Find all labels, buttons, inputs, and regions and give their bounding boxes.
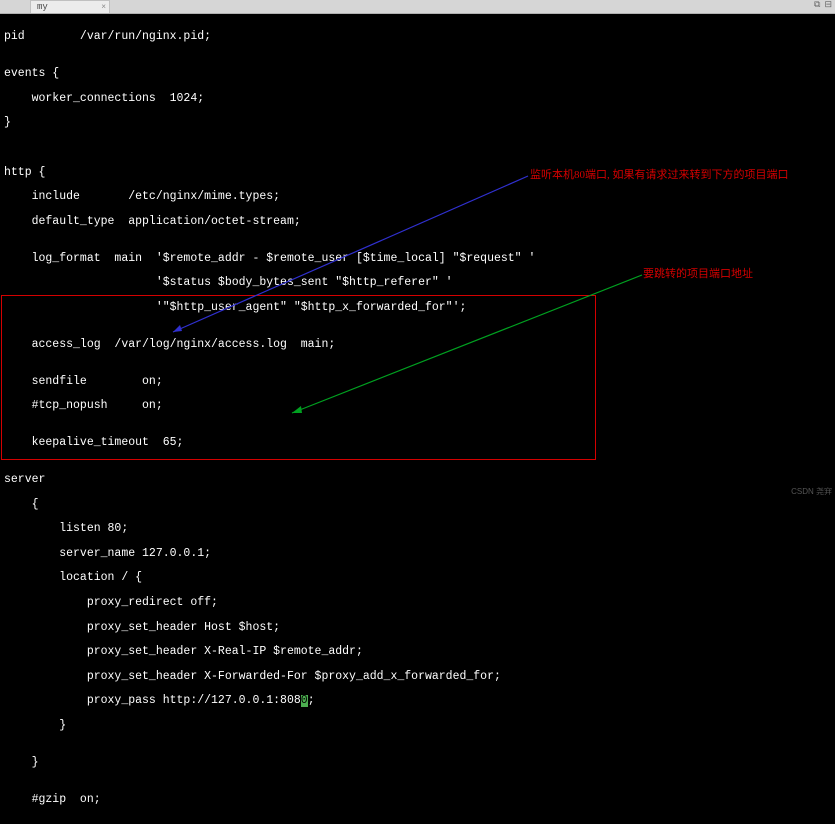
code-line: '"$http_user_agent" "$http_x_forwarded_f…: [4, 302, 831, 314]
tab-bar: my × ⧉ ⊟: [0, 0, 835, 14]
watermark: CSDN 尧宑: [791, 486, 832, 497]
annotation-proxy: 要跳转的项目端口地址: [643, 265, 753, 281]
code-line: server: [4, 474, 831, 486]
code-line: worker_connections 1024;: [4, 93, 831, 105]
collapse-icon[interactable]: ⧉: [814, 0, 820, 10]
code-line: #gzip on;: [4, 794, 831, 806]
code-line: log_format main '$remote_addr - $remote_…: [4, 253, 831, 265]
code-line: keepalive_timeout 65;: [4, 437, 831, 449]
code-line: server_name 127.0.0.1;: [4, 548, 831, 560]
code-line: }: [4, 757, 831, 769]
split-icon[interactable]: ⊟: [824, 0, 832, 10]
code-line: pid /var/run/nginx.pid;: [4, 31, 831, 43]
code-line: proxy_set_header X-Forwarded-For $proxy_…: [4, 671, 831, 683]
annotation-listen: 监听本机80端口, 如果有请求过来转到下方的项目端口: [530, 166, 789, 182]
code-line: access_log /var/log/nginx/access.log mai…: [4, 339, 831, 351]
code-line: proxy_set_header Host $host;: [4, 622, 831, 634]
code-line: listen 80;: [4, 523, 831, 535]
close-icon[interactable]: ×: [101, 3, 106, 12]
cursor: 0: [301, 695, 308, 707]
code-line: proxy_pass http://127.0.0.1:8080;: [4, 695, 831, 707]
code-line: {: [4, 499, 831, 511]
code-text: ;: [308, 694, 315, 707]
code-line: location / {: [4, 572, 831, 584]
editor-pane[interactable]: pid /var/run/nginx.pid; events { worker_…: [0, 14, 835, 823]
code-line: default_type application/octet-stream;: [4, 216, 831, 228]
code-line: }: [4, 117, 831, 129]
code-line: include /etc/nginx/mime.types;: [4, 191, 831, 203]
window-controls: ⧉ ⊟: [814, 0, 832, 10]
code-line: proxy_set_header X-Real-IP $remote_addr;: [4, 646, 831, 658]
code-text: proxy_pass http://127.0.0.1:808: [4, 694, 301, 707]
code-line: }: [4, 720, 831, 732]
code-line: sendfile on;: [4, 376, 831, 388]
code-line: proxy_redirect off;: [4, 597, 831, 609]
tab-my[interactable]: my ×: [30, 0, 110, 13]
tab-title: my: [37, 2, 48, 12]
code-line: #tcp_nopush on;: [4, 400, 831, 412]
code-line: events {: [4, 68, 831, 80]
